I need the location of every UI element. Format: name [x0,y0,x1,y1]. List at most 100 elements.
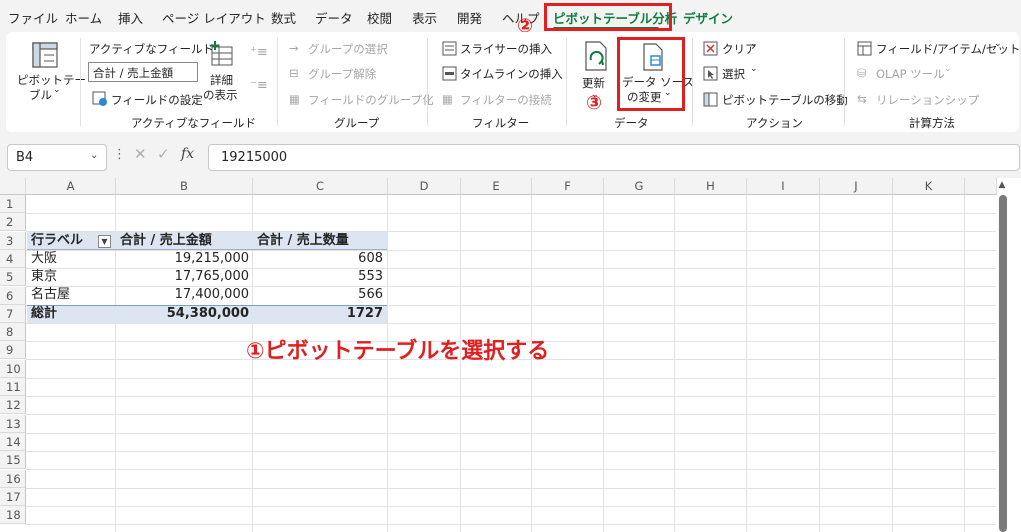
tab-page-layout[interactable]: ページ レイアウト [162,8,266,27]
row-header[interactable]: 5 [0,268,26,287]
group-divider [277,38,278,126]
pivot-row-label[interactable]: 大阪 [27,250,116,268]
scroll-up-icon[interactable]: ▲ [997,180,1007,192]
row-gridline [26,487,996,489]
column-header[interactable]: G [604,178,675,195]
active-field-label: アクティブなフィールド: [89,42,218,56]
enter-icon[interactable]: ✓ [157,145,170,163]
column-gridline [746,195,747,532]
row-header[interactable]: 3 [0,231,26,250]
pivot-total-qty[interactable]: 1727 [253,305,387,323]
pivottable-label-2: ブル [29,88,52,102]
pivot-amount-cell[interactable]: 19,215,000 [116,250,253,268]
pivot-qty-cell[interactable]: 608 [253,250,387,268]
row-header[interactable]: 16 [0,469,26,488]
insert-slicer-button[interactable]: スライサーの挿入 [460,41,552,57]
select-all-corner[interactable] [0,178,26,195]
pivot-amount-cell[interactable]: 17,765,000 [116,268,253,286]
pivot-header-amount[interactable]: 合計 / 売上金額 [116,232,253,250]
select-button[interactable]: 選択 [722,66,745,82]
column-header[interactable]: F [532,178,604,195]
fields-items-sets-icon [857,41,872,56]
filter-connections-icon: ▦ [442,92,453,106]
refresh-label: 更新 [582,76,605,90]
column-header[interactable]: A [26,178,116,195]
group-field-button[interactable]: フィールドのグループ化 [308,92,434,108]
column-header[interactable]: E [461,178,532,195]
row-header[interactable]: 13 [0,414,26,433]
olap-tools-button[interactable]: OLAP ツール [876,66,945,82]
name-box-dropdown-icon[interactable]: ⌄ [90,150,98,161]
column-gridline [964,195,965,532]
pivot-qty-cell[interactable]: 566 [253,286,387,304]
formula-input[interactable]: 19215000 [208,144,1020,171]
row-header[interactable]: 1 [0,195,26,213]
pivot-amount-cell[interactable]: 17,400,000 [116,286,253,304]
tab-developer[interactable]: 開発 [457,8,482,27]
slicer-icon [442,41,457,56]
group-divider [80,38,81,126]
collapse-field-icon[interactable]: ⁻≡ [250,78,268,93]
cancel-icon[interactable]: ✕ [134,145,147,163]
column-header-overflow [965,178,997,195]
row-gridline [26,450,996,452]
row-header[interactable]: 10 [0,359,26,378]
group-selection-button[interactable]: グループの選択 [308,41,388,57]
column-header[interactable]: J [820,178,893,195]
tab-data[interactable]: データ [315,8,353,27]
tab-review[interactable]: 校閲 [367,8,392,27]
column-header[interactable]: D [388,178,461,195]
column-header[interactable]: H [675,178,747,195]
row-header[interactable]: 12 [0,396,26,415]
row-header[interactable]: 8 [0,323,26,342]
column-header[interactable]: B [116,178,253,195]
tab-insert[interactable]: 挿入 [118,8,143,27]
annotation-step3: ③ [586,92,603,114]
row-header[interactable]: 2 [0,213,26,232]
relationships-button[interactable]: リレーションシップ [876,92,979,108]
column-gridline [819,195,820,532]
filter-connections-button[interactable]: フィルターの接続 [460,92,552,108]
chevron-down-icon: ⌄ [750,64,758,74]
row-header[interactable]: 9 [0,341,26,360]
pivot-total-label[interactable]: 総計 [27,305,116,323]
pivot-row-label[interactable]: 東京 [27,268,116,286]
tab-file[interactable]: ファイル [8,8,58,27]
tab-home[interactable]: ホーム [65,8,102,27]
expand-field-icon[interactable]: ⁺≡ [250,45,268,60]
field-settings-icon [92,91,107,106]
group-field-icon: ▦ [289,92,300,106]
ribbon-tabs: ファイル ホーム 挿入 ページ レイアウト 数式 データ 校閲 表示 開発 ヘル… [0,0,1021,32]
filter-dropdown-icon[interactable]: ▼ [98,235,111,248]
more-options-icon[interactable]: ⋮ [113,147,126,162]
calculations-group-label: 計算方法 [909,116,955,130]
row-gridline [26,469,996,471]
pivot-qty-cell[interactable]: 553 [253,268,387,286]
tab-design[interactable]: デザイン [683,8,733,27]
pivot-total-amount[interactable]: 54,380,000 [116,305,253,323]
group-group-label: グループ [334,116,380,130]
tab-formulas[interactable]: 数式 [271,8,296,27]
row-header[interactable]: 17 [0,487,26,506]
column-header[interactable]: I [747,178,820,195]
insert-function-icon[interactable]: fx [181,146,194,162]
row-header[interactable]: 11 [0,378,26,396]
active-field-input[interactable]: 合計 / 売上金額 [88,62,198,82]
row-header[interactable]: 4 [0,249,26,268]
row-header[interactable]: 6 [0,286,26,305]
chevron-down-icon: ⌄ [750,39,758,49]
pivot-header-qty[interactable]: 合計 / 売上数量 [253,232,387,250]
row-header[interactable]: 7 [0,304,26,323]
insert-timeline-button[interactable]: タイムラインの挿入 [460,66,563,82]
row-header[interactable]: 18 [0,506,26,525]
row-gridline [26,414,996,416]
column-header[interactable]: C [253,178,388,195]
tab-view[interactable]: 表示 [412,8,437,27]
vertical-scrollbar-thumb[interactable] [999,195,1007,532]
move-pivottable-button[interactable]: ピボットテーブルの移動 [722,92,848,108]
pivot-row-label[interactable]: 名古屋 [27,286,116,304]
column-header[interactable]: K [893,178,965,195]
ungroup-button[interactable]: グループ解除 [308,66,376,82]
row-header[interactable]: 14 [0,432,26,451]
row-header[interactable]: 15 [0,451,26,470]
